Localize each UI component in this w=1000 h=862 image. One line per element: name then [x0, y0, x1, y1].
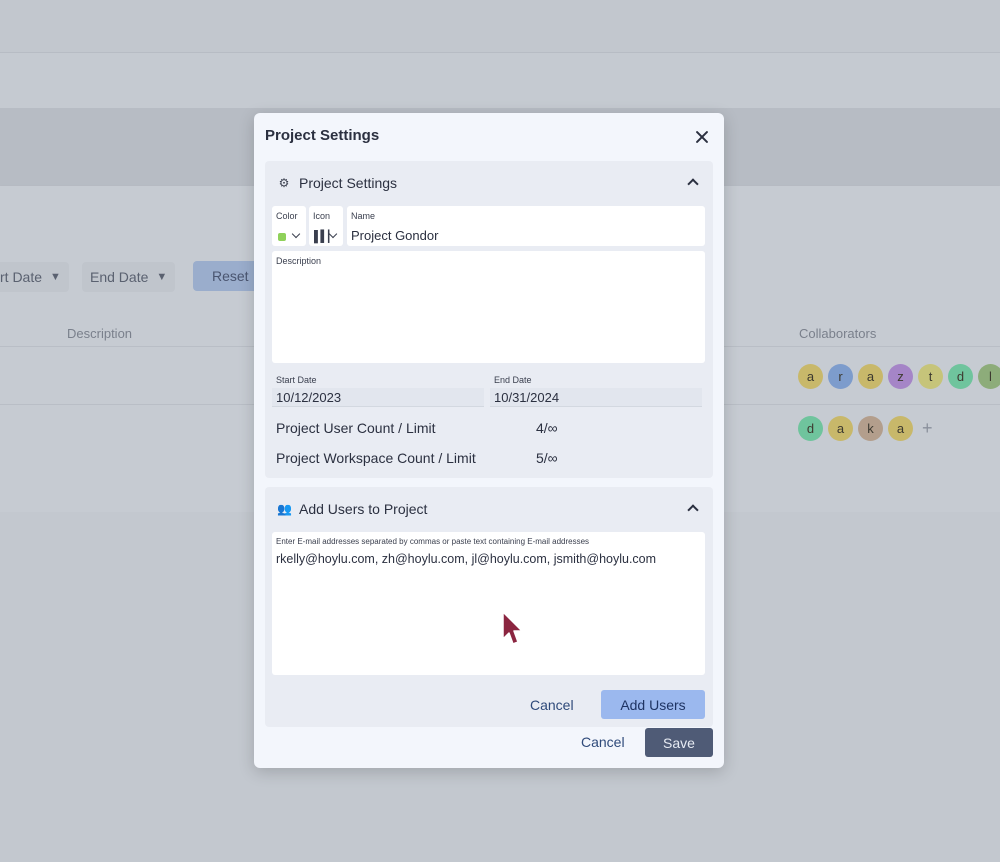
cancel-add-users-button[interactable]: Cancel: [530, 697, 574, 713]
name-field[interactable]: Name Project Gondor: [347, 206, 705, 246]
color-swatch: [278, 233, 286, 241]
gears-icon: ⚙: [278, 176, 290, 190]
users-icon: 👥: [277, 502, 292, 516]
add-users-button[interactable]: Add Users: [601, 690, 705, 719]
avatar[interactable]: d: [948, 364, 973, 389]
end-date-label: End Date: [494, 375, 532, 385]
project-settings-section: ⚙ Project Settings Color Icon ▌▍▏ Name P…: [265, 161, 713, 478]
description-label: Description: [276, 256, 322, 266]
avatar[interactable]: t: [918, 364, 943, 389]
filter-label: End Date: [90, 269, 149, 285]
filter-label: rt Date: [0, 269, 43, 285]
sub-bar: [0, 53, 1000, 108]
chevron-up-icon[interactable]: [687, 503, 699, 513]
start-date-filter[interactable]: rt Date ▼: [0, 262, 69, 292]
color-picker[interactable]: Color: [272, 206, 306, 246]
avatar[interactable]: d: [798, 416, 823, 441]
start-date-input[interactable]: 10/12/2023: [272, 388, 484, 407]
column-header-description: Description: [67, 326, 133, 341]
name-label: Name: [351, 211, 376, 221]
section-title: Add Users to Project: [299, 501, 428, 517]
emails-textarea[interactable]: Enter E-mail addresses separated by comm…: [272, 532, 705, 675]
section-header[interactable]: 👥 Add Users to Project: [277, 501, 427, 517]
collaborators-row: araztdl: [798, 364, 1000, 389]
top-bar: [0, 0, 1000, 52]
avatar[interactable]: a: [858, 364, 883, 389]
save-label: Save: [663, 734, 695, 751]
color-label: Color: [276, 211, 298, 221]
chevron-up-icon[interactable]: [687, 177, 699, 187]
section-title: Project Settings: [299, 175, 398, 191]
reset-label: Reset: [212, 268, 249, 284]
avatar[interactable]: l: [978, 364, 1000, 389]
emails-label: Enter E-mail addresses separated by comm…: [276, 537, 590, 546]
user-count-label: Project User Count / Limit: [276, 420, 436, 436]
end-date-filter[interactable]: End Date ▼: [82, 262, 176, 292]
emails-value[interactable]: rkelly@hoylu.com, zh@hoylu.com, jl@hoylu…: [276, 552, 656, 566]
close-icon[interactable]: [694, 129, 710, 145]
avatar[interactable]: a: [798, 364, 823, 389]
avatar[interactable]: a: [828, 416, 853, 441]
start-date-label: Start Date: [276, 375, 317, 385]
description-field[interactable]: Description: [272, 251, 705, 363]
user-count-value: 4/∞: [536, 420, 558, 436]
chevron-down-icon: [291, 229, 301, 239]
add-users-label: Add Users: [620, 696, 686, 713]
avatar[interactable]: z: [888, 364, 913, 389]
mouse-cursor-icon: [502, 611, 523, 645]
icon-label: Icon: [313, 211, 331, 221]
workspace-count-value: 5/∞: [536, 450, 558, 466]
avatar[interactable]: r: [828, 364, 853, 389]
end-date-input[interactable]: 10/31/2024: [490, 388, 702, 407]
chevron-down-icon: ▼: [156, 271, 168, 283]
column-header-collaborators: Collaborators: [799, 326, 877, 341]
cancel-button[interactable]: Cancel: [581, 734, 625, 750]
name-value[interactable]: Project Gondor: [351, 228, 438, 243]
collaborators-row: d a k a +: [798, 416, 933, 441]
avatar[interactable]: a: [888, 416, 913, 441]
add-collaborator-button[interactable]: +: [922, 418, 933, 439]
chevron-down-icon: ▼: [50, 271, 61, 283]
workspace-count-label: Project Workspace Count / Limit: [276, 450, 476, 466]
icon-picker[interactable]: Icon ▌▍▏: [309, 206, 343, 246]
save-button[interactable]: Save: [645, 728, 713, 757]
project-settings-dialog: Project Settings ⚙ Project Settings Colo…: [254, 113, 724, 768]
section-header[interactable]: ⚙ Project Settings: [277, 175, 397, 191]
dialog-title: Project Settings: [265, 127, 380, 144]
avatar[interactable]: k: [858, 416, 883, 441]
